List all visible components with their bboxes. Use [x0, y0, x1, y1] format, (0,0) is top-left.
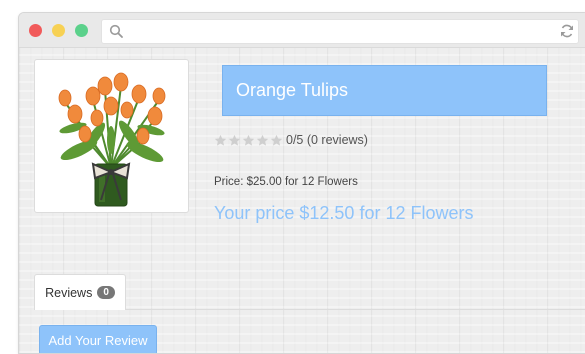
- tab-reviews-label: Reviews: [45, 285, 93, 300]
- address-bar[interactable]: [101, 19, 579, 44]
- product-image[interactable]: [34, 59, 189, 213]
- reviews-count-badge: 0: [97, 286, 115, 299]
- star-icon[interactable]: [228, 134, 241, 147]
- search-icon: [109, 24, 123, 43]
- star-icon[interactable]: [214, 134, 227, 147]
- your-price: Your price $12.50 for 12 Flowers: [214, 203, 474, 223]
- star-icon[interactable]: [256, 134, 269, 147]
- close-window-button[interactable]: [29, 24, 42, 37]
- tulip-bouquet-illustration: [58, 72, 166, 207]
- browser-window: Orange Tulips 0/5 (0 reviews) Price: $25…: [18, 12, 585, 354]
- minimize-window-button[interactable]: [52, 24, 65, 37]
- page-content: Orange Tulips 0/5 (0 reviews) Price: $25…: [19, 48, 585, 353]
- product-rating: 0/5 (0 reviews): [214, 133, 368, 147]
- star-icon[interactable]: [242, 134, 255, 147]
- add-review-button[interactable]: Add Your Review: [39, 325, 157, 353]
- regular-price: Price: $25.00 for 12 Flowers: [214, 176, 358, 188]
- refresh-icon[interactable]: [559, 23, 575, 44]
- rating-text: 0/5 (0 reviews): [286, 133, 368, 147]
- rating-stars[interactable]: [214, 134, 284, 147]
- maximize-window-button[interactable]: [75, 24, 88, 37]
- star-icon[interactable]: [270, 134, 283, 147]
- tab-divider: [126, 309, 585, 310]
- product-title: Orange Tulips: [236, 80, 349, 100]
- product-title-box: Orange Tulips: [222, 65, 547, 116]
- browser-toolbar: [19, 13, 585, 48]
- tab-reviews[interactable]: Reviews 0: [34, 274, 126, 310]
